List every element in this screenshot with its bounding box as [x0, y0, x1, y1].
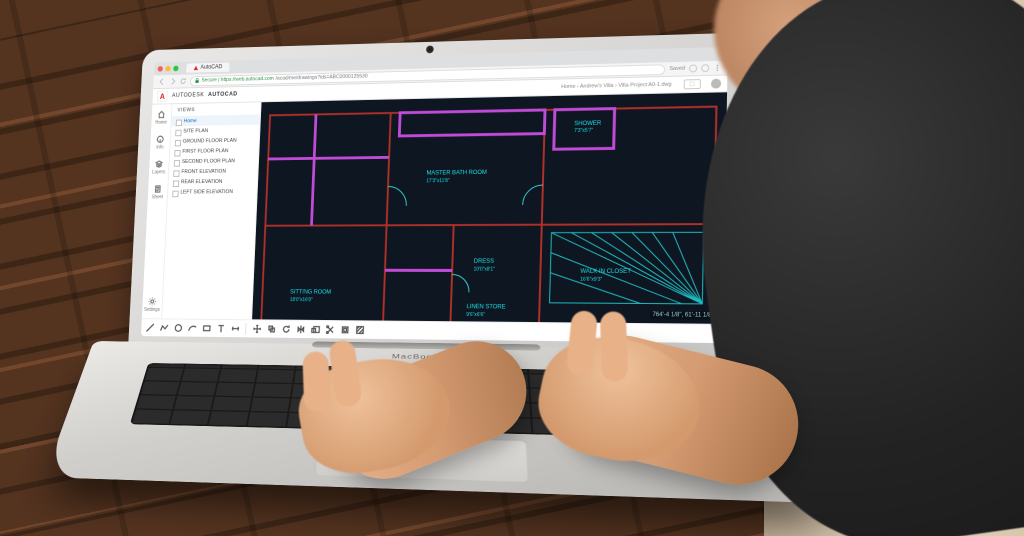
- app-name: AUTODESK AUTOCAD: [172, 92, 238, 99]
- svg-text:LINEN STORE: LINEN STORE: [466, 304, 505, 311]
- autocad-logo-icon: A: [158, 92, 167, 101]
- tool-polyline[interactable]: [159, 323, 169, 333]
- hatch-icon: [355, 325, 365, 335]
- profile-icon[interactable]: [701, 64, 709, 72]
- svg-text:18'0"x16'0": 18'0"x16'0": [290, 297, 313, 303]
- scale-icon: [310, 325, 320, 335]
- text-icon: [216, 324, 225, 334]
- svg-text:7'3"x5'7": 7'3"x5'7": [574, 128, 594, 135]
- floorplan-svg: SHOWER 7'3"x5'7" MASTER BATH ROOM 17'3"x…: [252, 92, 727, 324]
- tab-title: AutoCAD: [200, 64, 222, 70]
- tool-arc[interactable]: [187, 323, 197, 333]
- dimension-icon: [230, 324, 239, 334]
- forward-icon[interactable]: [169, 78, 176, 85]
- view-item[interactable]: LEFT SIDE ELEVATION: [168, 186, 257, 197]
- webcam: [426, 46, 434, 54]
- svg-text:16'6"x9'3": 16'6"x9'3": [580, 277, 603, 283]
- home-icon: [157, 110, 166, 119]
- drawing-canvas[interactable]: SHOWER 7'3"x5'7" MASTER BATH ROOM 17'3"x…: [252, 92, 727, 324]
- tool-line[interactable]: [145, 322, 155, 332]
- breadcrumb[interactable]: Home › Andrew's Villa › Villa Project A0…: [561, 82, 672, 90]
- screen: AutoCAD Secure | https://web.autocad.com…: [141, 47, 728, 343]
- trim-icon: [325, 325, 335, 335]
- avatar[interactable]: [711, 79, 721, 89]
- autocad-favicon-icon: [193, 65, 199, 71]
- reload-icon[interactable]: [179, 77, 186, 84]
- window-max-dot[interactable]: [173, 66, 178, 72]
- saved-indicator: Saved: [669, 66, 685, 72]
- tool-rectangle[interactable]: [201, 323, 211, 334]
- coordinate-readout: 764'-4 1/8", 61'-11 1/8": [649, 311, 717, 320]
- toolbar-separator: [245, 323, 246, 334]
- window-min-dot[interactable]: [165, 66, 170, 72]
- tool-move[interactable]: [251, 324, 261, 335]
- views-heading: VIEWS: [177, 106, 260, 113]
- svg-text:SITTING ROOM: SITTING ROOM: [290, 289, 331, 295]
- svg-text:10'0"x8'1": 10'0"x8'1": [473, 266, 495, 272]
- laptop-lid: AutoCAD Secure | https://web.autocad.com…: [128, 33, 743, 362]
- window-close-dot[interactable]: [157, 66, 162, 72]
- svg-text:17'3"x11'8": 17'3"x11'8": [426, 178, 450, 184]
- tool-rotate[interactable]: [281, 324, 291, 335]
- move-icon: [252, 324, 261, 334]
- tool-trim[interactable]: [325, 324, 336, 335]
- rail-home[interactable]: Home: [155, 110, 167, 126]
- menu-icon[interactable]: [713, 64, 721, 72]
- rail-settings[interactable]: Settings: [144, 297, 161, 313]
- tool-text[interactable]: [215, 323, 225, 334]
- tool-scale[interactable]: [310, 324, 321, 335]
- mirror-icon: [296, 325, 306, 335]
- tool-circle[interactable]: [173, 323, 183, 333]
- rail-layers[interactable]: Layers: [152, 159, 166, 175]
- svg-text:WALK IN CLOSET: WALK IN CLOSET: [580, 269, 631, 276]
- browser-tab[interactable]: AutoCAD: [186, 62, 229, 72]
- tool-hatch[interactable]: [354, 325, 365, 336]
- views-panel: VIEWS Home SITE PLAN GROUND FLOOR PLAN F…: [162, 102, 262, 319]
- svg-text:MASTER BATH ROOM: MASTER BATH ROOM: [426, 170, 487, 177]
- extension-icon[interactable]: [689, 64, 697, 72]
- svg-text:SHOWER: SHOWER: [574, 121, 601, 128]
- app-body: Home Info Layers Sheet: [142, 92, 727, 324]
- info-icon: [156, 135, 165, 144]
- tool-mirror[interactable]: [295, 324, 306, 335]
- sheet-icon: [153, 184, 162, 193]
- layers-icon: [154, 159, 163, 168]
- gear-icon: [148, 297, 157, 306]
- lock-icon: [194, 78, 200, 84]
- url-host: Secure | https://web.autocad.com: [201, 76, 274, 83]
- tool-offset[interactable]: [339, 324, 350, 335]
- url-path: /acad/me/drawings?ids=ABC0000125530: [275, 74, 367, 82]
- svg-text:DRESS: DRESS: [474, 258, 495, 264]
- circle-icon: [173, 323, 182, 333]
- views-list: Home SITE PLAN GROUND FLOOR PLAN FIRST F…: [168, 114, 260, 197]
- line-icon: [145, 323, 154, 332]
- tool-copy[interactable]: [266, 324, 276, 335]
- copy-icon: [266, 324, 275, 334]
- offset-icon: [340, 325, 350, 335]
- svg-text:9'6"x6'6": 9'6"x6'6": [466, 312, 485, 318]
- save-button[interactable]: ⬚: [683, 79, 701, 89]
- rail-sheet[interactable]: Sheet: [152, 184, 164, 200]
- tool-dim[interactable]: [230, 323, 240, 334]
- rotate-icon: [281, 324, 291, 334]
- back-icon[interactable]: [159, 78, 166, 85]
- polyline-icon: [159, 323, 168, 332]
- arc-icon: [187, 323, 196, 333]
- rectangle-icon: [202, 324, 211, 334]
- rail-info[interactable]: Info: [155, 135, 164, 151]
